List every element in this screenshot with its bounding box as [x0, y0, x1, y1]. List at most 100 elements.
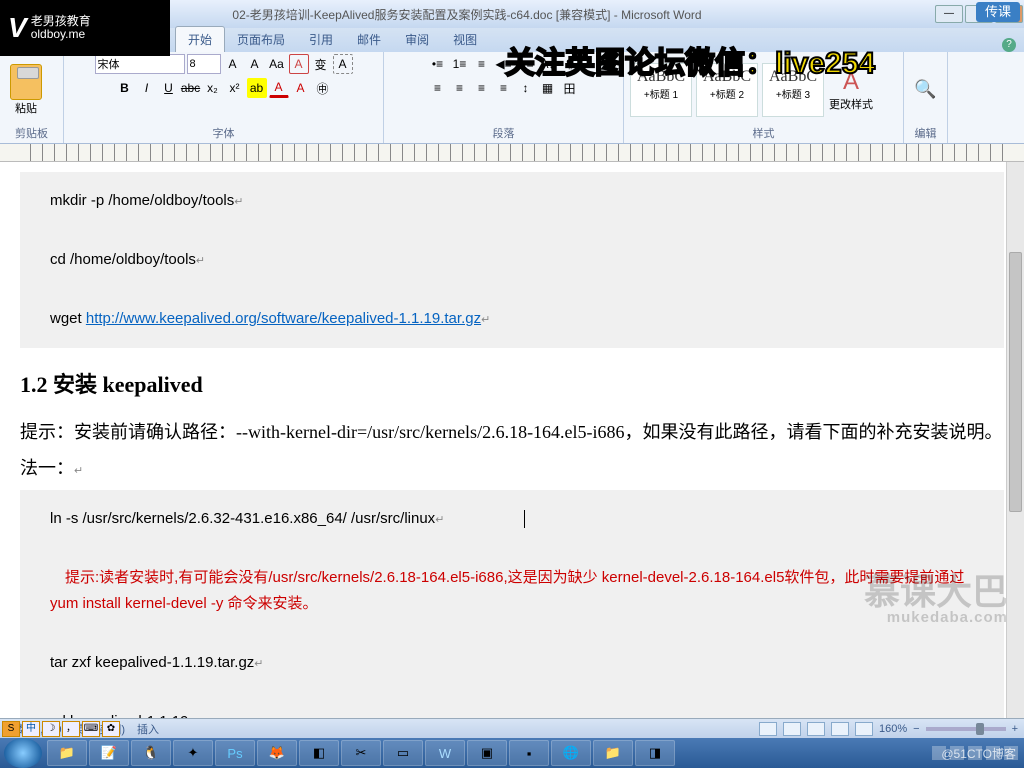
- clear-format-icon[interactable]: A: [289, 54, 309, 74]
- view-fullscreen[interactable]: [783, 722, 801, 736]
- group-font-label: 字体: [70, 125, 377, 141]
- align-right-button[interactable]: ≡: [472, 78, 492, 98]
- zoom-out-button[interactable]: −: [913, 723, 919, 735]
- align-left-button[interactable]: ≡: [428, 78, 448, 98]
- font-size-combo[interactable]: [187, 54, 221, 74]
- task-qq[interactable]: 🐧: [131, 740, 171, 766]
- enclose-char-button[interactable]: ㊥: [313, 78, 333, 98]
- paste-icon[interactable]: [10, 64, 42, 100]
- task-folder2[interactable]: 📁: [593, 740, 633, 766]
- help-icon[interactable]: ?: [1002, 38, 1016, 52]
- code-line: wget http://www.keepalived.org/software/…: [50, 306, 974, 332]
- font-family-combo[interactable]: [95, 54, 185, 74]
- code-line: ln -s /usr/src/kernels/2.6.32-431.e16.x8…: [50, 506, 974, 532]
- ime-toolbar[interactable]: S 中 ☽ ， ⌨ ✿: [2, 720, 120, 738]
- group-paragraph-label: 段落: [390, 125, 617, 141]
- status-bar: 字数: 4,049 英语(美国) 插入 160% − +: [0, 718, 1024, 738]
- find-icon[interactable]: 🔍: [914, 79, 936, 100]
- task-snip[interactable]: ✂: [341, 740, 381, 766]
- ime-settings-icon[interactable]: ✿: [102, 721, 120, 737]
- superscript-button[interactable]: x²: [225, 78, 245, 98]
- blog-credit: @51CTO博客: [941, 745, 1016, 762]
- grow-font-icon[interactable]: A: [223, 54, 243, 74]
- minimize-button[interactable]: —: [935, 5, 963, 23]
- download-link[interactable]: http://www.keepalived.org/software/keepa…: [86, 310, 481, 327]
- tab-references[interactable]: 引用: [297, 27, 345, 52]
- group-styles-label: 样式: [630, 125, 897, 141]
- shrink-font-icon[interactable]: A: [245, 54, 265, 74]
- warning-text: 提示:读者安装时,有可能会没有/usr/src/kernels/2.6.18-1…: [50, 565, 974, 616]
- group-clipboard-label: 剪贴板: [6, 125, 57, 141]
- bold-button[interactable]: B: [115, 78, 135, 98]
- code-block-1: mkdir -p /home/oldboy/tools↵ cd /home/ol…: [20, 172, 1004, 348]
- chuanke-badge: 传课: [976, 2, 1020, 22]
- task-firefox[interactable]: 🦊: [257, 740, 297, 766]
- bullets-button[interactable]: •≡: [428, 54, 448, 74]
- code-line: cd /home/oldboy/tools↵: [50, 247, 974, 273]
- task-word[interactable]: W: [425, 740, 465, 766]
- font-color-button[interactable]: A: [269, 78, 289, 98]
- change-styles-button[interactable]: 更改样式: [828, 96, 874, 112]
- watermark: 慕课大巴 mukedaba.com: [864, 574, 1008, 625]
- vertical-scrollbar[interactable]: [1006, 162, 1024, 720]
- view-draft[interactable]: [855, 722, 873, 736]
- subscript-button[interactable]: x₂: [203, 78, 223, 98]
- task-photoshop[interactable]: Ps: [215, 740, 255, 766]
- task-chrome[interactable]: 🌐: [551, 740, 591, 766]
- tab-view[interactable]: 视图: [441, 27, 489, 52]
- code-line: mkdir -p /home/oldboy/tools↵: [50, 188, 974, 214]
- view-print-layout[interactable]: [759, 722, 777, 736]
- change-case-icon[interactable]: Aa: [267, 54, 287, 74]
- paste-button[interactable]: 粘贴: [10, 100, 42, 116]
- view-web-layout[interactable]: [807, 722, 825, 736]
- strike-button[interactable]: abc: [181, 78, 201, 98]
- group-editing-label: 编辑: [910, 125, 941, 141]
- ime-lang-button[interactable]: 中: [22, 721, 40, 737]
- task-terminal[interactable]: ▪: [509, 740, 549, 766]
- highlight-button[interactable]: ab: [247, 78, 267, 98]
- underline-button[interactable]: U: [159, 78, 179, 98]
- tab-layout[interactable]: 页面布局: [225, 27, 297, 52]
- overlay-banner: 关注英图论坛微信：live254: [505, 38, 875, 82]
- zoom-slider[interactable]: [926, 727, 1006, 731]
- tip-paragraph: 提示：安装前请确认路径：--with-kernel-dir=/usr/src/k…: [20, 417, 1004, 448]
- windows-taskbar: 📁 📝 🐧 ✦ Ps 🦊 ◧ ✂ ▭ W ▣ ▪ 🌐 📁 ◨: [0, 738, 1024, 768]
- horizontal-ruler[interactable]: [0, 144, 1024, 162]
- numbering-button[interactable]: 1≡: [450, 54, 470, 74]
- phonetic-guide-icon[interactable]: 变: [311, 54, 331, 74]
- char-border-icon[interactable]: A: [333, 54, 353, 74]
- char-shading-button[interactable]: A: [291, 78, 311, 98]
- method-label: 法一：↵: [20, 453, 1004, 484]
- task-app4[interactable]: ▣: [467, 740, 507, 766]
- zoom-level[interactable]: 160%: [879, 723, 907, 735]
- zoom-in-button[interactable]: +: [1012, 723, 1018, 735]
- start-button[interactable]: [4, 738, 42, 768]
- task-app[interactable]: ✦: [173, 740, 213, 766]
- tab-review[interactable]: 审阅: [393, 27, 441, 52]
- brand-logo: V 老男孩教育 oldboy.me: [0, 0, 170, 56]
- logo-mark: V: [8, 12, 27, 44]
- ime-sogou-icon[interactable]: S: [2, 721, 20, 737]
- view-outline[interactable]: [831, 722, 849, 736]
- ime-punct-button[interactable]: ，: [62, 721, 80, 737]
- document-area[interactable]: mkdir -p /home/oldboy/tools↵ cd /home/ol…: [0, 162, 1024, 720]
- italic-button[interactable]: I: [137, 78, 157, 98]
- multilevel-button[interactable]: ≡: [472, 54, 492, 74]
- task-app5[interactable]: ◨: [635, 740, 675, 766]
- task-explorer[interactable]: 📁: [47, 740, 87, 766]
- task-notepad[interactable]: 📝: [89, 740, 129, 766]
- task-app2[interactable]: ◧: [299, 740, 339, 766]
- code-line: tar zxf keepalived-1.1.19.tar.gz↵: [50, 650, 974, 676]
- tab-home[interactable]: 开始: [175, 26, 225, 52]
- text-cursor: [524, 510, 525, 528]
- task-app3[interactable]: ▭: [383, 740, 423, 766]
- align-center-button[interactable]: ≡: [450, 78, 470, 98]
- ime-keyboard-icon[interactable]: ⌨: [82, 721, 100, 737]
- ime-moon-icon[interactable]: ☽: [42, 721, 60, 737]
- code-block-2: ln -s /usr/src/kernels/2.6.32-431.e16.x8…: [20, 490, 1004, 720]
- brand-url: oldboy.me: [31, 28, 91, 41]
- status-insert-mode[interactable]: 插入: [137, 721, 159, 737]
- scrollbar-thumb[interactable]: [1009, 252, 1022, 512]
- tab-mailings[interactable]: 邮件: [345, 27, 393, 52]
- title-bar: V 老男孩教育 oldboy.me 02-老男孩培训-KeepAlived服务安…: [0, 0, 1024, 28]
